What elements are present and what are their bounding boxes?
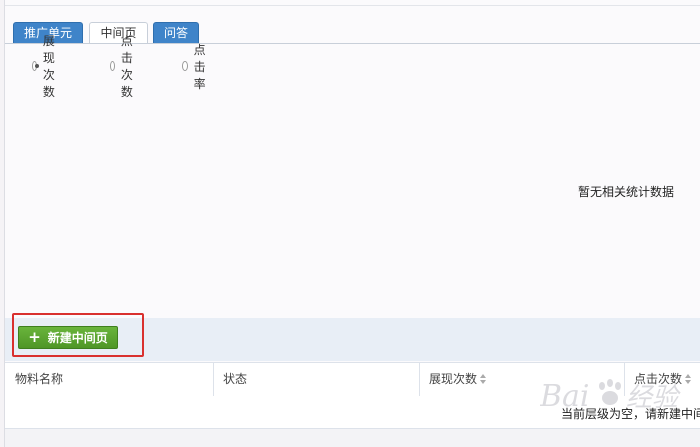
column-label: 状态: [223, 372, 248, 386]
column-clicks[interactable]: 点击次数: [624, 363, 700, 396]
radio-clicks[interactable]: 点击次数: [110, 34, 138, 99]
radio-checked-icon[interactable]: [32, 61, 39, 71]
column-impressions[interactable]: 展现次数: [419, 363, 624, 396]
plus-icon: +: [28, 328, 41, 346]
top-divider: [5, 5, 700, 6]
radio-label: 点击率: [193, 42, 206, 91]
column-label: 点击次数: [634, 372, 683, 386]
radio-ctr[interactable]: 点击率: [182, 43, 210, 91]
tab-divider: [5, 43, 700, 44]
radio-unchecked-icon[interactable]: [182, 61, 188, 71]
footer-strip: [5, 429, 700, 447]
tab-label: 问答: [163, 26, 188, 40]
new-middle-page-button[interactable]: + 新建中间页: [18, 326, 118, 349]
table-header: 物料名称 状态 展现次数 点击次数: [5, 362, 700, 397]
button-label: 新建中间页: [47, 331, 108, 345]
tab-middle-page[interactable]: 中间页: [89, 22, 148, 44]
table-empty-message: 当前层级为空，请新建中间页: [561, 407, 700, 421]
column-label: 展现次数: [429, 372, 478, 386]
column-material-name: 物料名称: [5, 363, 213, 396]
tab-qa[interactable]: 问答: [153, 22, 199, 43]
column-label: 物料名称: [15, 372, 64, 386]
radio-label: 展现次数: [42, 34, 55, 99]
radio-impressions[interactable]: 展现次数: [32, 34, 60, 99]
sort-icon[interactable]: [685, 374, 692, 385]
chart-empty-message: 暂无相关统计数据: [578, 185, 675, 199]
radio-unchecked-icon[interactable]: [110, 61, 115, 71]
column-status: 状态: [213, 363, 419, 396]
table-body: 当前层级为空，请新建中间页: [5, 396, 700, 429]
radio-label: 点击次数: [120, 34, 133, 99]
main-panel: 推广单元 中间页 问答 展现次数 点击次数 点击率 暂无相关统计数据 + 新建中…: [4, 0, 700, 447]
sort-icon[interactable]: [480, 374, 487, 385]
